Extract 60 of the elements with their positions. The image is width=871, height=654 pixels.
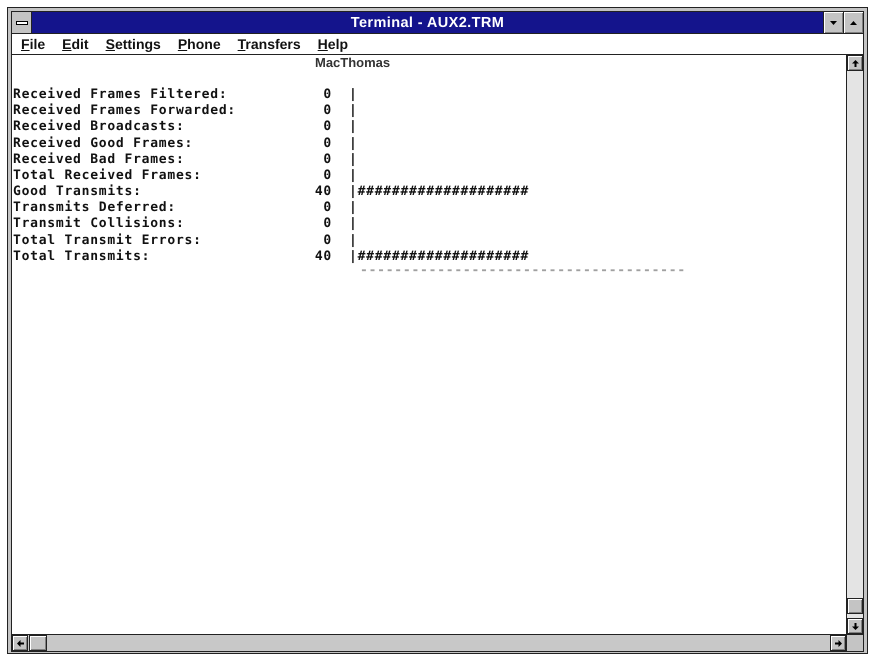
histogram-label: |	[349, 119, 358, 134]
dash-icon	[16, 20, 28, 24]
stat-value: 0	[323, 136, 332, 151]
stat-label: Received Good Frames:	[13, 136, 194, 151]
histogram-label: |####################	[349, 184, 530, 200]
scroll-thumb[interactable]	[29, 635, 47, 651]
stat-value: 0	[323, 152, 332, 167]
stat-label: Received Frames Filtered:	[13, 86, 228, 102]
down-triangle-icon	[830, 20, 837, 24]
dashes-label: --------------------------------------	[360, 264, 686, 278]
histogram-label: |	[349, 103, 358, 118]
histogram-label: |	[349, 152, 358, 167]
histogram-label: |####################	[349, 248, 530, 264]
stat-label: Transmits Deferred:	[13, 200, 176, 216]
up-triangle-icon	[850, 20, 857, 24]
stat-value: 0	[323, 200, 332, 216]
scroll-up-button[interactable]	[847, 55, 863, 71]
histogram-label: |	[349, 200, 358, 216]
stat-value: 0	[323, 119, 332, 134]
stat-value: 40	[314, 184, 332, 200]
up-arrow-icon	[852, 60, 858, 66]
menu-item[interactable]: Settings	[102, 36, 164, 52]
stat-value: 0	[323, 168, 332, 183]
stat-label: Transmit Collisions:	[13, 216, 185, 232]
horizontal-scrollbar[interactable]	[12, 634, 846, 651]
stat-label: Received Bad Frames:	[13, 152, 185, 167]
stat-label: Good Transmits:	[13, 184, 142, 200]
histogram-label: |	[349, 216, 358, 232]
stat-value: 40	[314, 248, 332, 264]
stat-value: 0	[323, 103, 332, 118]
stat-label: Received Frames Forwarded:	[13, 103, 236, 118]
maximize-button[interactable]	[843, 12, 863, 33]
scroll-thumb[interactable]	[847, 598, 863, 614]
scroll-left-button[interactable]	[12, 635, 28, 651]
stat-value: 0	[323, 232, 332, 248]
scroll-right-button[interactable]	[830, 635, 846, 651]
minimize-button[interactable]	[823, 12, 843, 33]
stat-label: Total Transmits:	[13, 248, 150, 264]
stat-label: Total Transmit Errors:	[13, 232, 202, 248]
terminal-header: MacThomas	[315, 55, 390, 70]
histogram-label: |	[349, 232, 358, 248]
menu-item[interactable]: Edit	[59, 36, 92, 52]
system-menu-button[interactable]	[12, 12, 32, 33]
left-arrow-icon	[16, 640, 24, 646]
scroll-down-button[interactable]	[847, 618, 863, 634]
stat-label: Received Broadcasts:	[13, 119, 185, 134]
histogram-label: |	[349, 168, 358, 183]
stat-label: Total Received Frames:	[13, 168, 202, 183]
vertical-scrollbar[interactable]	[846, 55, 863, 634]
menu-item[interactable]: File	[18, 36, 48, 52]
right-arrow-icon	[834, 640, 842, 646]
window-title: Terminal - AUX2.TRM	[350, 14, 504, 30]
stat-value: 0	[323, 216, 332, 232]
histogram-label: |	[349, 86, 358, 102]
down-arrow-icon	[852, 622, 858, 630]
histogram-label: |	[349, 136, 358, 151]
menu-item[interactable]: Transfers	[234, 36, 304, 52]
menu-item[interactable]: Phone	[174, 36, 224, 52]
menu-item[interactable]: Help	[314, 36, 352, 52]
stat-value: 0	[323, 86, 332, 102]
